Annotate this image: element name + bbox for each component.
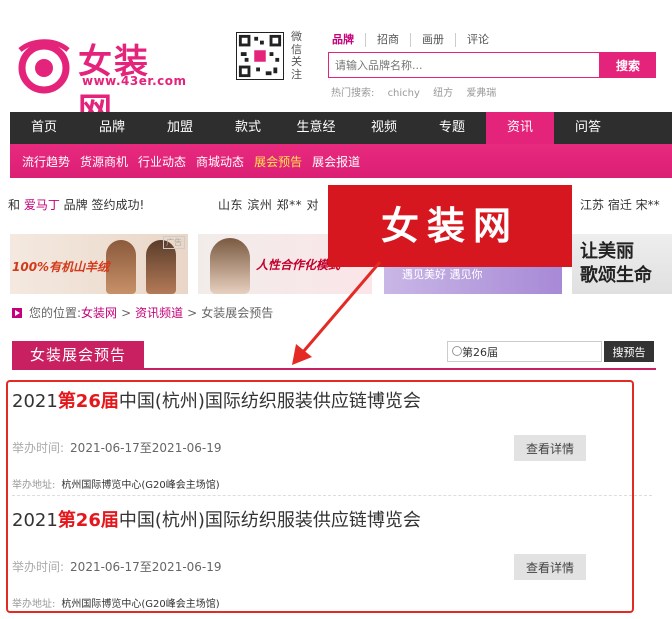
subnav-item-industry[interactable]: 行业动态 <box>138 153 186 170</box>
hot-search-term[interactable]: 爱弗瑞 <box>466 88 496 99</box>
annotation-banner-text: 女装网 <box>380 204 519 248</box>
nav-item-topics[interactable]: 专题 <box>418 112 486 144</box>
nav-item-video[interactable]: 视频 <box>350 112 418 144</box>
expo-search-button[interactable]: 搜预告 <box>604 341 654 362</box>
hot-search-term[interactable]: chichy <box>388 88 420 99</box>
logo-mark-icon <box>18 39 70 94</box>
annotation-banner: 女装网 <box>328 185 572 267</box>
search-tabs: 品牌 招商 画册 评论 <box>332 33 500 47</box>
qr-code-icon <box>236 32 284 80</box>
nav-item-home[interactable]: 首页 <box>10 112 78 144</box>
ticker-suffix: 品牌 签约成功! <box>59 198 145 212</box>
search-icon <box>452 346 462 356</box>
hot-searches: 热门搜索: chichy 纽方 爱弗瑞 <box>331 84 506 99</box>
breadcrumb-separator: > <box>187 305 198 320</box>
section-divider <box>12 368 656 370</box>
subnav-item-expo-report[interactable]: 展会报道 <box>312 153 360 170</box>
nav-item-business[interactable]: 生意经 <box>282 112 350 144</box>
main-nav: 首页 品牌 加盟 款式 生意经 视频 专题 资讯 问答 <box>10 112 672 144</box>
annotation-highlight-box <box>6 380 634 613</box>
subnav-item-sourcing[interactable]: 货源商机 <box>80 153 128 170</box>
ticker-entry: 和 爱马丁 品牌 签约成功! <box>8 196 144 213</box>
nav-item-news[interactable]: 资讯 <box>486 112 554 144</box>
search-tab-investment[interactable]: 招商 <box>365 33 410 47</box>
subnav-item-trends[interactable]: 流行趋势 <box>22 153 70 170</box>
search-input[interactable] <box>329 53 599 77</box>
expo-search-box <box>447 341 602 362</box>
breadcrumb-marker-icon <box>12 307 22 318</box>
ad-banner-cashmere[interactable]: 100%有机山羊绒 广告 <box>10 234 188 294</box>
model-figure <box>106 240 136 294</box>
ticker-prefix: 和 <box>8 198 24 212</box>
section-title: 女装展会预告 <box>12 341 144 369</box>
hot-search-label: 热门搜索: <box>331 88 375 99</box>
ticker-entry: 山东 滨州 郑** 对 <box>218 198 319 212</box>
subnav-item-expo-preview[interactable]: 展会预告 <box>254 153 302 170</box>
search-button[interactable]: 搜索 <box>600 52 656 78</box>
site-logo[interactable]: 女装网 www.43er.com <box>14 34 187 131</box>
search-tab-review[interactable]: 评论 <box>455 33 500 47</box>
ticker-entry: 江苏 宿迁 宋** <box>580 198 660 212</box>
breadcrumb-link-home[interactable]: 女装网 <box>81 304 117 321</box>
search-tab-catalog[interactable]: 画册 <box>410 33 455 47</box>
breadcrumb-prefix: 您的位置: <box>29 306 82 320</box>
search-box <box>328 52 600 78</box>
sub-nav: 流行趋势 货源商机 行业动态 商城动态 展会预告 展会报道 <box>10 144 672 178</box>
search-tab-brand[interactable]: 品牌 <box>332 33 365 47</box>
expo-search-input[interactable] <box>462 342 600 361</box>
subnav-item-mall[interactable]: 商城动态 <box>196 153 244 170</box>
ad-text: 100%有机山羊绒 <box>12 260 110 274</box>
breadcrumb-separator: > <box>121 305 132 320</box>
breadcrumb-link-news[interactable]: 资讯频道 <box>135 304 183 321</box>
ad-banner-beauty[interactable]: 让美丽 歌颂生命 <box>572 234 672 294</box>
ad-line: 让美丽 <box>580 241 634 262</box>
breadcrumb-current: 女装展会预告 <box>201 306 274 320</box>
hot-search-term[interactable]: 纽方 <box>433 88 453 99</box>
nav-item-brand[interactable]: 品牌 <box>78 112 146 144</box>
ad-tag: 广告 <box>163 236 185 249</box>
nav-item-styles[interactable]: 款式 <box>214 112 282 144</box>
breadcrumb: 您的位置: 女装网 > 资讯频道 > 女装展会预告 <box>12 304 273 321</box>
ticker-brand-link[interactable]: 爱马丁 <box>24 198 60 212</box>
ad-text: 遇见美好 遇见你 <box>402 268 483 281</box>
nav-item-franchise[interactable]: 加盟 <box>146 112 214 144</box>
ad-line: 歌颂生命 <box>580 265 652 286</box>
nav-item-qa[interactable]: 问答 <box>554 112 622 144</box>
qr-label: 微信关注 <box>291 30 302 81</box>
ad-text: 让美丽 歌颂生命 <box>580 240 652 288</box>
model-figure <box>210 238 250 294</box>
logo-url: www.43er.com <box>82 74 187 88</box>
